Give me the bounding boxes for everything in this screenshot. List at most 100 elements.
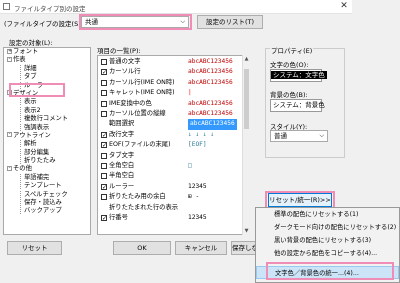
menu-item-reset-dark[interactable]: ダークモード向けの配色にリセットする(2) — [256, 221, 399, 234]
list-item[interactable]: 折りたたまれた行の表示 — [98, 203, 243, 213]
property-group-label: プロパティ(E) — [270, 45, 314, 55]
style-combo[interactable]: 普通 ⌵ — [270, 130, 328, 142]
tree-item-label: 詳細 — [20, 64, 37, 72]
tree-item[interactable]: 解析 — [7, 140, 90, 148]
item-sample: 12345 — [188, 182, 207, 190]
tree-item[interactable]: ルーラー — [7, 81, 90, 90]
item-checkbox[interactable]: ✓ — [101, 69, 107, 76]
item-checkbox[interactable]: ✓ — [101, 215, 107, 222]
scroll-up-icon[interactable]: ▲ — [243, 55, 250, 63]
bg-color-button[interactable]: システム：背景色 — [270, 99, 325, 112]
item-name: カーソル行(IME ON時) — [109, 78, 175, 86]
fg-color-label: 文字の色(O): — [270, 61, 309, 69]
fg-color-button[interactable]: システム：文字色 — [270, 69, 327, 82]
tree-item[interactable]: 強調表示 — [7, 123, 90, 132]
list-item[interactable]: タブ文字 — [98, 151, 243, 161]
tree-item-label: その他 — [13, 165, 32, 173]
items-scrollbar[interactable]: ▲ ▼ — [242, 55, 250, 235]
collapse-icon[interactable]: - — [7, 56, 12, 62]
item-checkbox[interactable] — [101, 194, 107, 201]
list-item[interactable]: キャレット(IME ON時) | — [98, 88, 243, 98]
tree-item-label: バックアップ — [20, 207, 62, 215]
item-name: カーソル行 — [109, 68, 141, 76]
item-checkbox[interactable]: ✓ — [101, 142, 107, 149]
collapse-icon[interactable]: - — [7, 90, 12, 96]
menu-item-reset-standard[interactable]: 標準の配色にリセットする(1) — [256, 208, 399, 221]
item-checkbox[interactable] — [101, 90, 107, 97]
list-item[interactable]: カーソル行(IME ON時) abcABC123456 — [98, 78, 243, 88]
item-checkbox[interactable]: ✓ — [101, 183, 107, 190]
tree-item-label: 部分編集 — [20, 148, 50, 156]
bg-color-label: 背景の色(B): — [270, 91, 308, 99]
item-name: 半角空白 — [109, 172, 135, 180]
list-item[interactable]: ✓ カーソル行 abcABC123456 — [98, 67, 243, 77]
list-item[interactable]: 範囲選択 abcABC123456 — [98, 119, 243, 130]
menu-item-unify-colors[interactable]: 文字色／背景色の統一...(4)... — [256, 266, 399, 279]
cancel-button[interactable]: キャンセル — [175, 241, 227, 255]
tree-item[interactable]: バックアップ — [7, 207, 90, 215]
collapse-icon[interactable]: - — [7, 165, 12, 171]
close-icon[interactable]: ✕ — [336, 0, 352, 13]
item-sample: [EOF] — [188, 141, 207, 149]
tree-item[interactable]: テンプレート — [7, 182, 90, 190]
settings-list-button[interactable]: 設定のリスト(T) — [197, 15, 263, 29]
scroll-down-icon[interactable]: ▼ — [243, 227, 250, 235]
expand-icon[interactable]: + — [7, 48, 12, 54]
tree-item-label: デザイン — [13, 89, 39, 97]
item-checkbox[interactable] — [101, 152, 107, 159]
tree-item[interactable]: - 作表 — [7, 56, 90, 64]
list-item[interactable]: ✓ EOF(ファイルの末尾) [EOF] — [98, 140, 243, 150]
menu-item-reset-black[interactable]: 黒い背景の配色にリセットする(3) — [256, 234, 399, 247]
tree-item[interactable]: - その他 — [7, 165, 90, 173]
menu-item-copy-colors[interactable]: 他の設定から配色をコピーする(4)... — [256, 247, 399, 260]
list-item[interactable]: 半角空白 — [98, 171, 243, 181]
item-checkbox[interactable] — [101, 79, 107, 86]
collapse-icon[interactable]: - — [7, 132, 12, 138]
list-item[interactable]: 折りたたみ用の余白 ⊞ - — [98, 192, 243, 202]
list-item[interactable]: 全角空白 □ — [98, 161, 243, 171]
item-name: ルーラー — [109, 182, 135, 190]
file-type-combo[interactable]: 共通 ⌵ — [81, 16, 189, 28]
tree-item[interactable]: 部分編集 — [7, 148, 90, 157]
tree-item[interactable]: 詳細 — [7, 64, 90, 73]
target-label: 設定の対象(L): — [9, 39, 53, 47]
item-checkbox[interactable] — [101, 111, 107, 117]
list-item[interactable]: IME変換中の色 abcABC123456 — [98, 99, 243, 109]
tree-item[interactable]: スペルチェック — [7, 190, 90, 199]
list-item[interactable]: ✓ 行番号 12345 — [98, 213, 243, 223]
list-item[interactable]: ✓ 改行文字 ↓ ↓ ↓ ↓ — [98, 130, 243, 140]
item-name: 折りたたみ用の余白 — [109, 193, 166, 201]
tree-item-label: 複数行コメント — [20, 115, 69, 123]
tree-item[interactable]: 表示2 — [7, 106, 90, 115]
item-name: キャレット(IME ON時) — [109, 89, 175, 97]
target-tree[interactable]: +フォント - 作表 詳細 タブ ルーラー - デザイン 表示 表示2 複数行コメント 強調表示 - アウ… — [3, 47, 91, 235]
list-item[interactable]: カーソル位置の縦線 abcABC123456 — [98, 109, 243, 119]
tree-item-label: 折りたたみ — [20, 157, 56, 165]
item-sample: abcABC123456 — [188, 119, 237, 130]
scroll-thumb[interactable] — [244, 69, 249, 129]
items-label: 項目の一覧(P): — [97, 47, 141, 55]
item-sample: □ — [188, 162, 192, 169]
tree-item-label: 単語補完 — [20, 173, 50, 181]
item-name: IME変換中の色 — [109, 99, 152, 107]
title-bar: ファイルタイプ別の設定 ✕ — [0, 0, 352, 14]
items-list[interactable]: 普通の文字 abcABC123456 ✓ カーソル行 abcABC123456 カーソル行… — [97, 55, 250, 235]
item-checkbox[interactable] — [101, 173, 107, 180]
tree-item[interactable]: 表示 — [7, 98, 90, 106]
reset-button[interactable]: リセット — [7, 241, 62, 255]
bg-color-text: システム：背景色 — [273, 101, 325, 109]
item-sample: 12345 — [188, 214, 207, 221]
tree-item[interactable]: 複数行コメント — [7, 115, 90, 123]
ok-button[interactable]: OK — [113, 241, 171, 255]
list-item[interactable]: ✓ ルーラー 12345 — [98, 182, 243, 192]
item-sample: abcABC123456 — [188, 68, 233, 76]
tree-item[interactable]: タブ — [7, 73, 90, 81]
item-checkbox[interactable] — [101, 59, 107, 65]
list-item[interactable]: 普通の文字 abcABC123456 — [98, 57, 243, 67]
tree-item-label: 解析 — [20, 140, 37, 148]
item-checkbox[interactable]: ✓ — [101, 131, 107, 138]
item-checkbox[interactable] — [101, 100, 107, 107]
reset-unify-button[interactable]: リセット/統一(R)>> — [268, 193, 332, 207]
tree-item[interactable]: 単語補完 — [7, 173, 90, 182]
item-checkbox[interactable] — [101, 163, 107, 169]
